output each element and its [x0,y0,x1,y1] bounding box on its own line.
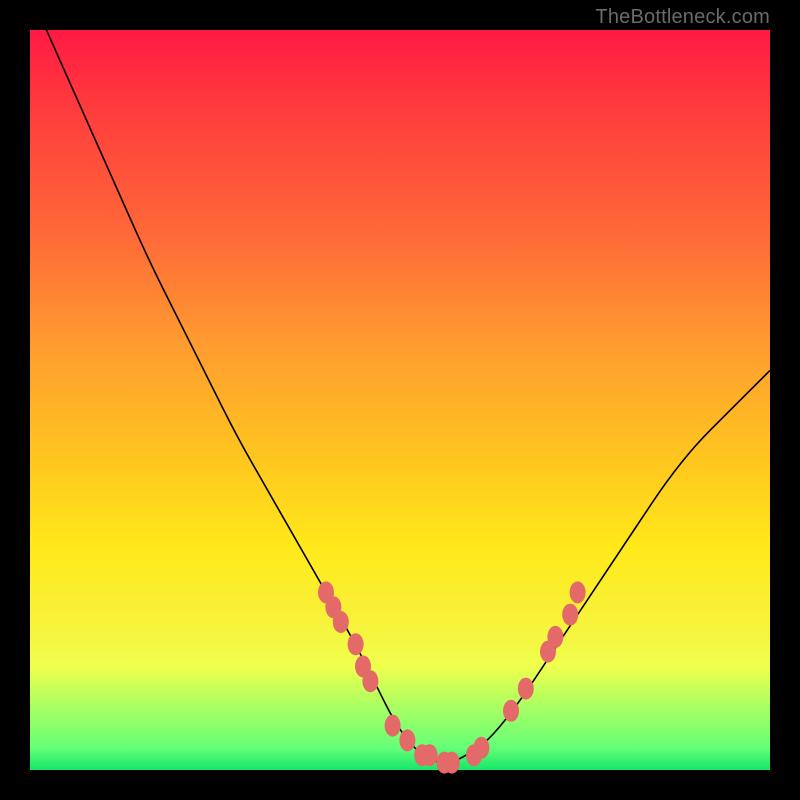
curve-marker [422,744,438,766]
curve-marker [348,633,364,655]
curve-marker [570,581,586,603]
curve-marker [362,670,378,692]
bottleneck-curve [30,0,770,763]
marker-group [318,581,586,773]
curve-layer [30,30,770,770]
curve-marker [444,752,460,774]
plot-area [30,30,770,770]
watermark-text: TheBottleneck.com [595,6,770,29]
curve-marker [547,626,563,648]
curve-marker [473,737,489,759]
curve-marker [399,729,415,751]
curve-marker [503,700,519,722]
curve-marker [385,715,401,737]
curve-marker [518,678,534,700]
curve-marker [562,604,578,626]
curve-marker [333,611,349,633]
chart-stage: TheBottleneck.com [0,0,800,800]
